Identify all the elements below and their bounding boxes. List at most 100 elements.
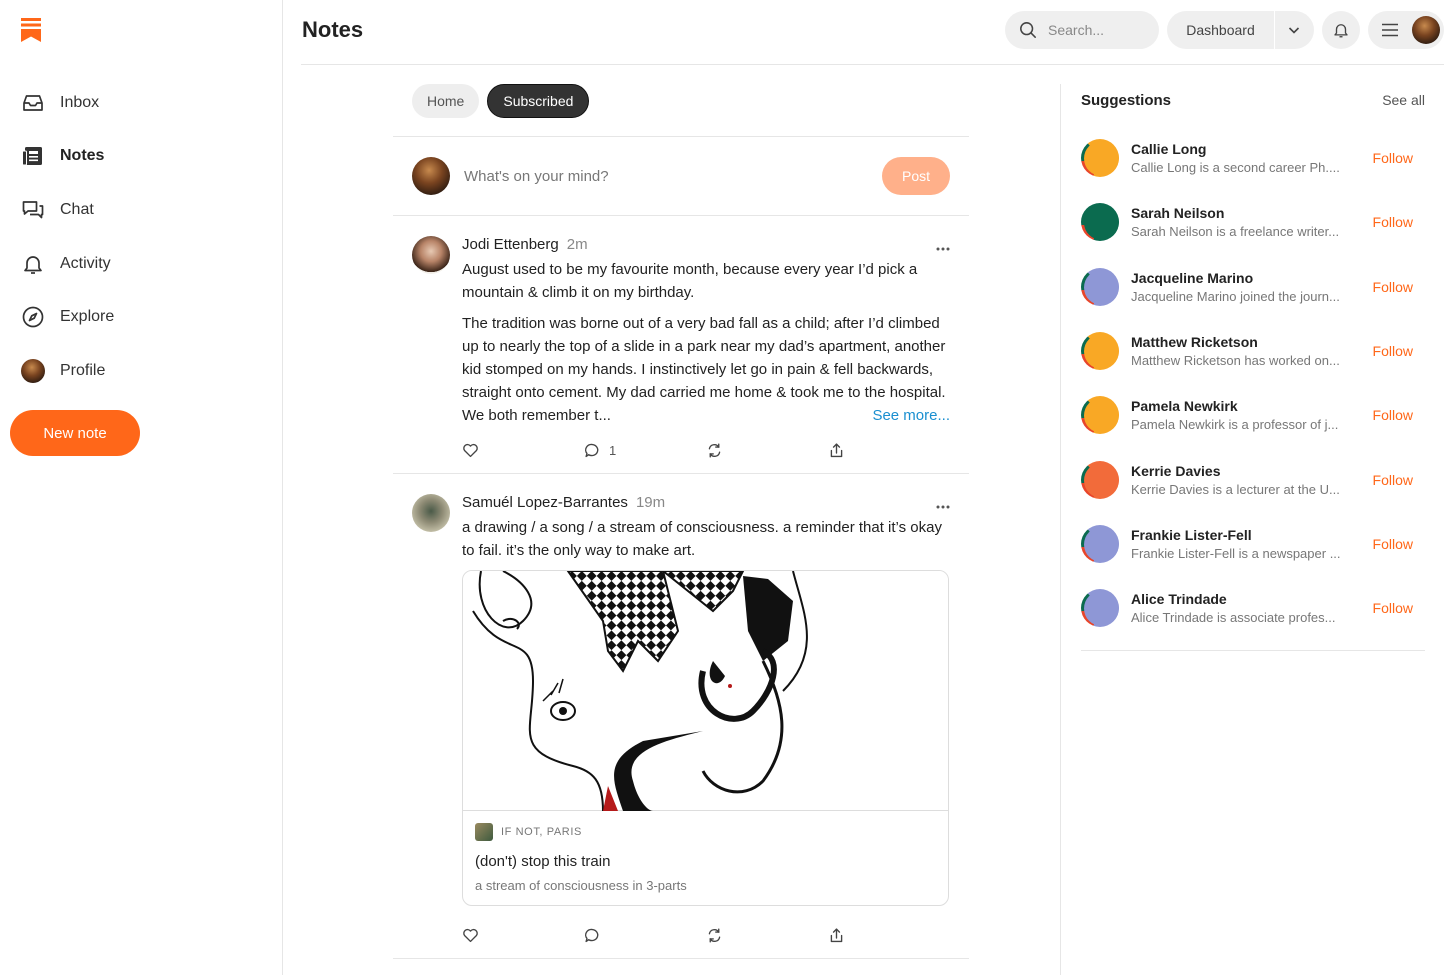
suggestion-item[interactable]: Jacqueline Marino Jacqueline Marino joine… — [1081, 255, 1425, 319]
suggestion-name[interactable]: Pamela Newkirk — [1131, 398, 1373, 414]
sidebar-item-inbox[interactable]: Inbox — [0, 76, 283, 130]
avatar — [1412, 16, 1440, 44]
follow-button[interactable]: Follow — [1373, 279, 1413, 295]
avatar[interactable] — [412, 494, 450, 532]
follow-button[interactable]: Follow — [1373, 214, 1413, 230]
avatar — [21, 358, 45, 383]
see-more-link[interactable]: See more... — [872, 404, 950, 427]
avatar — [412, 157, 450, 195]
new-note-button[interactable]: New note — [10, 410, 140, 456]
note-body: a drawing / a song / a stream of conscio… — [462, 516, 950, 562]
sidebar-nav: Inbox Notes Chat Activity Explore Profil… — [0, 76, 283, 398]
sidebar: Inbox Notes Chat Activity Explore Profil… — [0, 0, 283, 975]
note-author[interactable]: Samuél Lopez-Barrantes — [462, 494, 628, 511]
follow-button[interactable]: Follow — [1373, 600, 1413, 616]
search-input[interactable] — [1048, 22, 1138, 38]
like-button[interactable] — [462, 442, 584, 459]
avatar[interactable] — [1081, 203, 1119, 242]
suggestion-item[interactable]: Frankie Lister-Fell Frankie Lister-Fell i… — [1081, 512, 1425, 576]
suggestion-item[interactable]: Matthew Ricketson Matthew Ricketson has w… — [1081, 319, 1425, 383]
avatar[interactable] — [1081, 460, 1119, 499]
restack-button[interactable] — [706, 927, 828, 944]
suggestion-name[interactable]: Kerrie Davies — [1131, 463, 1373, 479]
avatar[interactable] — [1081, 524, 1119, 563]
sidebar-item-label: Notes — [60, 147, 105, 165]
follow-button[interactable]: Follow — [1373, 407, 1413, 423]
suggestion-description: Sarah Neilson is a freelance writer... — [1131, 224, 1340, 240]
comment-icon — [585, 443, 599, 457]
heart-icon — [463, 443, 478, 457]
suggestion-text: Matthew Ricketson Matthew Ricketson has w… — [1131, 334, 1373, 368]
follow-button[interactable]: Follow — [1373, 472, 1413, 488]
suggestion-item[interactable]: Sarah Neilson Sarah Neilson is a freelanc… — [1081, 190, 1425, 254]
sidebar-item-chat[interactable]: Chat — [0, 183, 283, 237]
sidebar-item-explore[interactable]: Explore — [0, 290, 283, 344]
post-subtitle: a stream of consciousness in 3-parts — [475, 878, 687, 893]
sidebar-item-notes[interactable]: Notes — [0, 130, 283, 184]
suggestion-name[interactable]: Frankie Lister-Fell — [1131, 527, 1373, 543]
post-title: (don't) stop this train — [475, 853, 611, 870]
avatar[interactable] — [412, 236, 450, 274]
note-time: 2m — [566, 236, 588, 253]
comment-button[interactable] — [584, 927, 706, 944]
avatar[interactable] — [1081, 267, 1119, 306]
suggestion-name[interactable]: Callie Long — [1131, 141, 1373, 157]
suggestion-name[interactable]: Matthew Ricketson — [1131, 334, 1373, 350]
suggestion-item[interactable]: Pamela Newkirk Pamela Newkirk is a profes… — [1081, 383, 1425, 447]
suggestion-item[interactable]: Alice Trindade Alice Trindade is associat… — [1081, 576, 1425, 640]
compass-icon — [21, 305, 45, 329]
share-button[interactable] — [828, 927, 950, 944]
note-meta: Jodi Ettenberg 2m — [462, 236, 950, 258]
suggestion-item[interactable]: Callie Long Callie Long is a second caree… — [1081, 126, 1425, 190]
suggestion-name[interactable]: Jacqueline Marino — [1131, 270, 1373, 286]
avatar[interactable] — [1081, 139, 1119, 178]
avatar[interactable] — [1081, 332, 1119, 371]
hamburger-icon — [1382, 23, 1398, 37]
note-input[interactable] — [464, 167, 882, 185]
notes-icon — [21, 144, 45, 168]
follow-button[interactable]: Follow — [1373, 150, 1413, 166]
share-button[interactable] — [828, 442, 950, 459]
suggestion-description: Pamela Newkirk is a professor of j... — [1131, 417, 1339, 433]
suggestion-item[interactable]: Kerrie Davies Kerrie Davies is a lecturer… — [1081, 447, 1425, 511]
sidebar-item-profile[interactable]: Profile — [0, 344, 283, 398]
post-embed-card[interactable]: IF NOT, PARIS (don't) stop this train a … — [462, 570, 949, 906]
chevron-down-icon[interactable] — [1275, 23, 1313, 37]
tab-subscribed[interactable]: Subscribed — [487, 83, 590, 118]
follow-button[interactable]: Follow — [1373, 343, 1413, 359]
search-box[interactable] — [1005, 11, 1159, 49]
suggestion-text: Alice Trindade Alice Trindade is associat… — [1131, 591, 1373, 625]
note-time: 19m — [635, 494, 666, 511]
bell-icon — [21, 252, 45, 276]
sidebar-item-label: Explore — [60, 308, 115, 326]
restack-button[interactable] — [706, 442, 828, 459]
suggestion-text: Sarah Neilson Sarah Neilson is a freelanc… — [1131, 205, 1373, 239]
note-author[interactable]: Jodi Ettenberg — [462, 236, 559, 253]
suggestion-name[interactable]: Sarah Neilson — [1131, 205, 1373, 221]
avatar[interactable] — [1081, 396, 1119, 435]
suggestions-title: Suggestions — [1081, 91, 1172, 109]
tab-home[interactable]: Home — [412, 83, 480, 118]
sidebar-item-activity[interactable]: Activity — [0, 237, 283, 291]
suggestion-description: Callie Long is a second career Ph.... — [1131, 160, 1340, 176]
suggestion-description: Jacqueline Marino joined the journ... — [1131, 288, 1340, 304]
more-options-icon[interactable] — [936, 496, 950, 514]
suggestion-description: Kerrie Davies is a lecturer at the U... — [1131, 481, 1340, 497]
avatar[interactable] — [1081, 589, 1119, 628]
suggestion-name[interactable]: Alice Trindade — [1131, 591, 1373, 607]
suggestions-panel: Suggestions See all Callie Long Callie Lo… — [1081, 84, 1425, 652]
note-paragraph: The tradition was borne out of a very ba… — [462, 312, 950, 427]
see-all-link[interactable]: See all — [1382, 92, 1425, 108]
more-options-icon[interactable] — [936, 238, 950, 256]
page-title: Notes — [302, 17, 364, 42]
follow-button[interactable]: Follow — [1373, 536, 1413, 552]
sidebar-item-label: Activity — [60, 254, 111, 272]
comment-button[interactable]: 1 — [584, 442, 706, 459]
publication-row: IF NOT, PARIS — [475, 823, 936, 841]
post-button[interactable]: Post — [882, 157, 950, 195]
account-menu-button[interactable] — [1368, 11, 1444, 49]
like-button[interactable] — [462, 927, 584, 944]
dashboard-button[interactable]: Dashboard — [1167, 22, 1274, 38]
substack-logo-icon[interactable] — [21, 18, 41, 42]
notifications-button[interactable] — [1322, 11, 1360, 49]
